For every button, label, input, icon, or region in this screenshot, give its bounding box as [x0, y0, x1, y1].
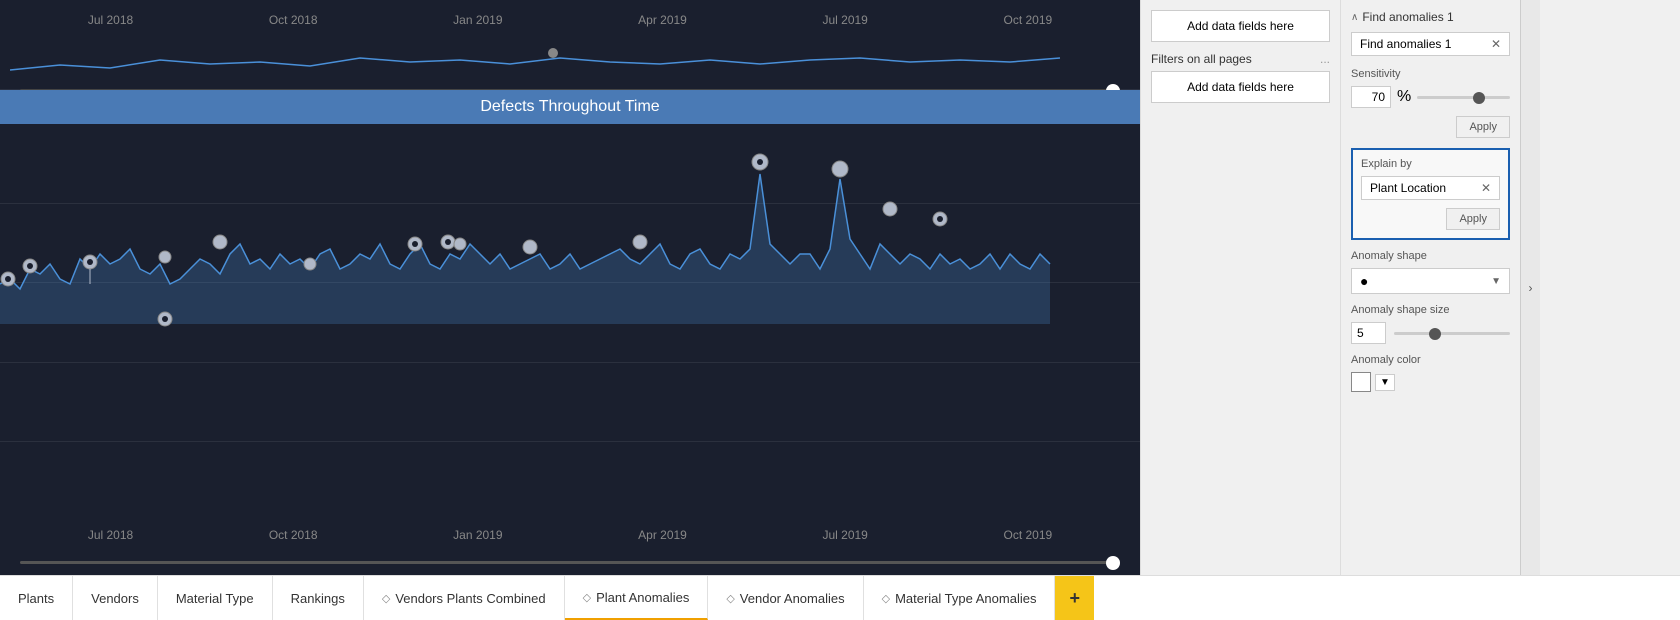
sensitivity-unit: % — [1397, 88, 1411, 106]
anomalies-panel: ∧ Find anomalies 1 Find anomalies 1 ✕ Se… — [1340, 0, 1520, 575]
sensitivity-slider[interactable] — [1417, 89, 1510, 105]
tab-vendor-anomalies-icon: ◇ — [726, 592, 734, 605]
tab-vendor-anomalies-label: Vendor Anomalies — [740, 591, 845, 606]
tab-rankings[interactable]: Rankings — [273, 576, 364, 620]
filters-all-pages-label: Filters on all pages — [1151, 52, 1252, 66]
tab-vendors[interactable]: Vendors — [73, 576, 158, 620]
explain-by-tag-label: Plant Location — [1370, 181, 1446, 195]
tab-material-type-anomalies-label: Material Type Anomalies — [895, 591, 1036, 606]
right-panels: Add data fields here Filters on all page… — [1140, 0, 1680, 575]
anomaly-shape-value: ● — [1360, 273, 1368, 289]
chart-top-axis: Jul 2018 Oct 2018 Jan 2019 Apr 2019 Jul … — [0, 0, 1140, 40]
anomaly-color-section: Anomaly color ▼ — [1351, 354, 1510, 392]
panel-expand-arrow[interactable]: › — [1520, 0, 1540, 575]
filters-section: Add data fields here Filters on all page… — [1151, 10, 1330, 113]
axis-label-2: Oct 2018 — [269, 13, 318, 27]
find-anomalies-tag: Find anomalies 1 ✕ — [1351, 32, 1510, 56]
anomaly-shape-label: Anomaly shape — [1351, 250, 1510, 262]
explain-by-tag: Plant Location ✕ — [1361, 176, 1500, 200]
bottom-axis-label-1: Jul 2018 — [88, 528, 133, 542]
panel-header: ∧ Find anomalies 1 — [1351, 10, 1510, 24]
bottom-axis-label-2: Oct 2018 — [269, 528, 318, 542]
tab-plants-label: Plants — [18, 591, 54, 606]
tab-add-button[interactable]: + — [1055, 576, 1094, 620]
add-fields-button-top[interactable]: Add data fields here — [1151, 10, 1330, 42]
panel-header-title: ∧ Find anomalies 1 — [1351, 10, 1454, 24]
tab-plant-anomalies-label: Plant Anomalies — [596, 590, 689, 605]
axis-label-5: Jul 2019 — [822, 13, 867, 27]
bottom-slider-thumb[interactable] — [1106, 556, 1120, 570]
filters-dots[interactable]: ... — [1320, 52, 1330, 66]
bottom-axis-label-6: Oct 2019 — [1003, 528, 1052, 542]
bottom-tabs-bar: Plants Vendors Material Type Rankings ◇ … — [0, 575, 1680, 620]
explain-by-label: Explain by — [1361, 158, 1500, 170]
size-slider[interactable] — [1394, 325, 1510, 341]
chart-title: Defects Throughout Time — [0, 90, 1140, 124]
size-row — [1351, 322, 1510, 344]
find-anomalies-tag-label: Find anomalies 1 — [1360, 37, 1451, 51]
find-anomalies-tag-close[interactable]: ✕ — [1491, 37, 1501, 51]
tab-material-type-label: Material Type — [176, 591, 254, 606]
anomaly-shape-size-label: Anomaly shape size — [1351, 304, 1510, 316]
bottom-axis-label-3: Jan 2019 — [453, 528, 502, 542]
shape-dropdown-arrow: ▼ — [1491, 276, 1501, 287]
bottom-axis-label-4: Apr 2019 — [638, 528, 687, 542]
overview-chart-svg — [10, 40, 1130, 75]
color-picker-row: ▼ — [1351, 372, 1510, 392]
explain-by-tag-close[interactable]: ✕ — [1481, 181, 1491, 195]
explain-by-apply-button[interactable]: Apply — [1446, 208, 1500, 230]
bottom-slider[interactable] — [0, 550, 1140, 575]
explain-by-section: Explain by Plant Location ✕ Apply — [1351, 148, 1510, 240]
color-swatch[interactable] — [1351, 372, 1371, 392]
anomaly-shape-section: Anomaly shape ● ▼ — [1351, 250, 1510, 294]
filters-all-pages-row: Filters on all pages ... — [1151, 52, 1330, 66]
tab-vendors-label: Vendors — [91, 591, 139, 606]
color-dropdown-button[interactable]: ▼ — [1375, 374, 1395, 391]
sensitivity-apply-button[interactable]: Apply — [1456, 116, 1510, 138]
tab-vendor-anomalies[interactable]: ◇ Vendor Anomalies — [708, 576, 863, 620]
chart-body — [0, 124, 1140, 520]
main-chart-svg — [0, 124, 1140, 520]
tab-material-type[interactable]: Material Type — [158, 576, 273, 620]
tab-plant-anomalies-icon: ◇ — [583, 591, 591, 604]
tab-material-type-anomalies-icon: ◇ — [882, 592, 890, 605]
tab-rankings-label: Rankings — [291, 591, 345, 606]
tab-vendors-plants-combined[interactable]: ◇ Vendors Plants Combined — [364, 576, 565, 620]
filters-panel: Add data fields here Filters on all page… — [1140, 0, 1340, 575]
axis-label-4: Apr 2019 — [638, 13, 687, 27]
chart-top-overview: Jul 2018 Oct 2018 Jan 2019 Apr 2019 Jul … — [0, 0, 1140, 90]
bottom-axis-label-5: Jul 2019 — [822, 528, 867, 542]
main-chart: Defects Throughout Time — [0, 90, 1140, 575]
axis-label-6: Oct 2019 — [1003, 13, 1052, 27]
tab-vendors-plants-icon: ◇ — [382, 592, 390, 605]
panel-title-text: Find anomalies 1 — [1362, 10, 1453, 24]
axis-label-1: Jul 2018 — [88, 13, 133, 27]
anomaly-size-input[interactable] — [1351, 322, 1386, 344]
chart-area: Jul 2018 Oct 2018 Jan 2019 Apr 2019 Jul … — [0, 0, 1140, 575]
sensitivity-label: Sensitivity — [1351, 68, 1510, 80]
axis-label-3: Jan 2019 — [453, 13, 502, 27]
tab-vendors-plants-label: Vendors Plants Combined — [395, 591, 545, 606]
sensitivity-input[interactable] — [1351, 86, 1391, 108]
anomaly-shape-dropdown[interactable]: ● ▼ — [1351, 268, 1510, 294]
add-fields-button-bottom[interactable]: Add data fields here — [1151, 71, 1330, 103]
tab-add-icon: + — [1069, 588, 1080, 609]
sensitivity-slider-thumb[interactable] — [1473, 92, 1485, 104]
size-slider-thumb[interactable] — [1429, 328, 1441, 340]
collapse-icon[interactable]: ∧ — [1351, 12, 1358, 23]
anomaly-color-label: Anomaly color — [1351, 354, 1510, 366]
chart-bottom-axis: Jul 2018 Oct 2018 Jan 2019 Apr 2019 Jul … — [0, 520, 1140, 550]
expand-arrow-icon: › — [1529, 281, 1533, 295]
tab-material-type-anomalies[interactable]: ◇ Material Type Anomalies — [864, 576, 1056, 620]
overview-dot — [548, 48, 558, 58]
tab-plants[interactable]: Plants — [0, 576, 73, 620]
tab-plant-anomalies[interactable]: ◇ Plant Anomalies — [565, 576, 709, 620]
sensitivity-row: % — [1351, 86, 1510, 108]
